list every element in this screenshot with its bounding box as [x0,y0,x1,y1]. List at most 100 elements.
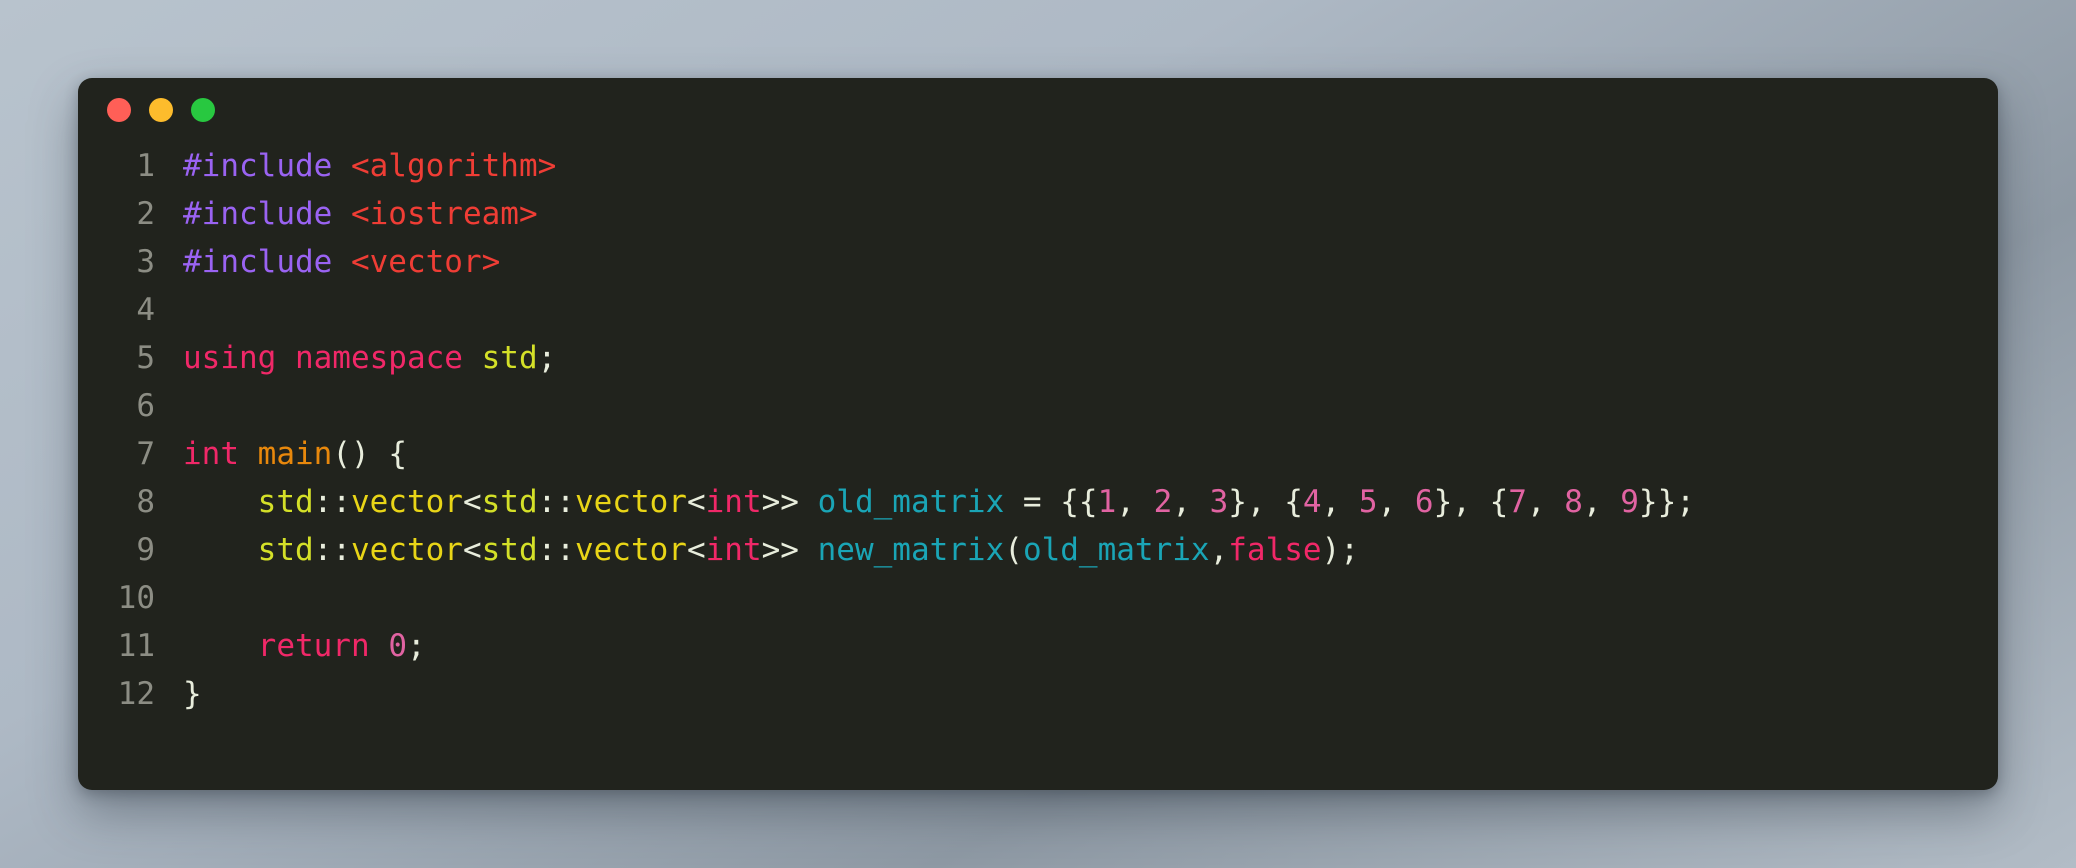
minimize-button[interactable] [149,98,173,122]
code-token: ( [1004,532,1023,568]
code-line[interactable]: 4 [78,286,1998,334]
code-token: < [686,532,706,568]
code-token: , [1377,484,1415,520]
code-token: new_matrix [817,532,1005,568]
code-line[interactable]: 12} [78,670,1998,718]
code-token: :: [537,532,575,568]
code-token: 2 [1153,484,1173,520]
line-number: 1 [136,148,155,184]
code-line[interactable]: 8 std::vector<std::vector<int>> old_matr… [78,478,1998,526]
code-text: #include <algorithm> [155,142,556,190]
code-token: vector [350,484,463,520]
window-titlebar [78,78,1998,142]
code-token: }, { [1433,484,1509,520]
code-editor-area[interactable]: 1 #include <algorithm> 2 #include <iostream… [78,142,1998,718]
code-token: main [257,436,333,472]
code-text: int main() { [155,430,407,478]
code-line[interactable]: 2 #include <iostream> [78,190,1998,238]
code-token: 6 [1414,484,1434,520]
code-token: old_matrix [817,484,1005,520]
code-token: , [1321,484,1359,520]
line-number: 11 [117,628,155,664]
code-token: int [705,484,762,520]
code-token: <vector> [350,244,501,280]
code-token: std [481,340,538,376]
code-token: old_matrix [1022,532,1210,568]
code-line[interactable]: 1 #include <algorithm> [78,142,1998,190]
code-text: } [155,670,202,718]
code-token: 8 [1564,484,1583,520]
code-token: return [257,628,370,664]
code-token: <algorithm> [350,148,557,184]
line-number: 12 [117,676,155,712]
code-snippet-window: 1 #include <algorithm> 2 #include <iostream… [78,78,1998,790]
line-number: 6 [136,388,155,424]
code-line[interactable]: 9 std::vector<std::vector<int>> new_matr… [78,526,1998,574]
code-token: 4 [1302,484,1322,520]
code-token: false [1228,532,1322,568]
code-token: vector [574,532,687,568]
code-token: }}; [1638,484,1695,520]
code-token: = {{ [1004,484,1098,520]
code-token: , [1116,484,1154,520]
code-token: >> [761,532,818,568]
code-token: , [1172,484,1210,520]
maximize-button[interactable] [191,98,215,122]
code-token: () { [332,436,407,472]
code-text: #include <iostream> [155,190,538,238]
code-token: std [481,532,538,568]
code-token: ; [537,340,557,376]
code-token: int [183,436,239,472]
code-token: < [462,484,482,520]
code-token: #include [183,148,333,184]
code-line[interactable]: 10 [78,574,1998,622]
code-token: 9 [1620,484,1639,520]
code-token: < [686,484,706,520]
code-text: std::vector<std::vector<int>> new_matrix… [155,526,1359,574]
code-token: < [462,532,482,568]
code-token: 3 [1209,484,1229,520]
code-text: #include <vector> [155,238,500,286]
code-line[interactable]: 5 using namespace std; [78,334,1998,382]
code-line[interactable]: 3 #include <vector> [78,238,1998,286]
code-token: using namespace [183,340,463,376]
code-token: std [481,484,538,520]
code-text: using namespace std; [155,334,556,382]
code-token: ); [1321,532,1359,568]
code-token: vector [574,484,687,520]
code-token: >> [761,484,818,520]
code-line[interactable]: 7 int main() { [78,430,1998,478]
code-line[interactable]: 11 return 0; [78,622,1998,670]
code-token: 0 [388,628,407,664]
line-number: 10 [117,580,155,616]
line-number: 3 [136,244,155,280]
code-token: :: [313,484,351,520]
code-token: 7 [1508,484,1527,520]
code-token: , [1209,532,1229,568]
line-number: 8 [136,484,155,520]
line-number: 7 [136,436,155,472]
code-token: 5 [1358,484,1378,520]
code-token: :: [313,532,351,568]
code-token: std [257,532,314,568]
close-button[interactable] [107,98,131,122]
code-token: :: [537,484,575,520]
code-token: #include [183,196,333,232]
code-token: 1 [1097,484,1117,520]
code-token: , [1526,484,1565,520]
line-number: 4 [136,292,155,328]
code-token: <iostream> [350,196,538,232]
line-number: 2 [136,196,155,232]
code-line[interactable]: 6 [78,382,1998,430]
code-token: int [705,532,762,568]
code-token: vector [350,532,463,568]
